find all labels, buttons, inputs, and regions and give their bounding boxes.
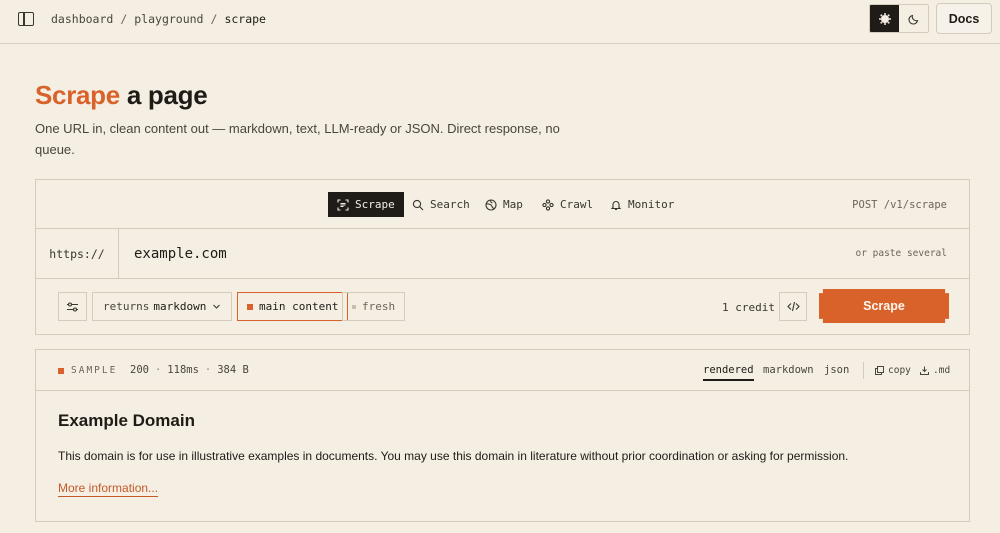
page-title-rest: a page	[119, 80, 208, 110]
status-code: 200	[130, 364, 149, 376]
sidebar-toggle-icon[interactable]	[18, 12, 34, 26]
tab-search[interactable]: Search	[403, 192, 479, 217]
download-md-button[interactable]: .md	[920, 365, 950, 376]
tab-scrape-label: Scrape	[355, 198, 395, 211]
download-icon	[920, 366, 929, 375]
breadcrumb-item-scrape: scrape	[224, 12, 266, 26]
format-select-value: markdown	[153, 300, 207, 313]
code-icon	[786, 301, 800, 312]
view-tab-rendered[interactable]: rendered	[703, 364, 754, 381]
sun-icon	[880, 14, 889, 23]
result-title: Example Domain	[58, 411, 195, 430]
header-divider	[863, 362, 864, 379]
page-title: Scrape a page	[35, 80, 208, 111]
breadcrumb-separator: /	[120, 12, 128, 26]
search-icon	[412, 199, 424, 210]
theme-switch	[869, 4, 929, 33]
copy-label: copy	[888, 365, 911, 376]
tab-crawl[interactable]: Crawl	[533, 192, 602, 217]
tab-monitor-label: Monitor	[628, 198, 675, 211]
globe-icon	[485, 198, 497, 211]
breadcrumb-item-playground[interactable]: playground	[134, 12, 203, 26]
scrape-button[interactable]: Scrape	[819, 289, 949, 323]
url-row: https:// or paste several	[36, 229, 969, 279]
tab-monitor[interactable]: Monitor	[601, 192, 683, 217]
top-bar: dashboard / playground / scrape Docs	[0, 0, 1000, 44]
options-row: returns markdown main content fresh 1 cr…	[36, 279, 969, 335]
copy-icon	[875, 366, 884, 375]
main-content-toggle[interactable]: main content	[237, 292, 349, 321]
url-input[interactable]	[134, 241, 734, 267]
sliders-icon	[67, 301, 78, 312]
credit-cost: 1 credit	[722, 301, 775, 314]
fresh-toggle[interactable]: fresh	[342, 292, 406, 321]
chevron-down-icon	[213, 304, 220, 309]
toggle-on-indicator	[247, 303, 253, 310]
breadcrumb-separator: /	[210, 12, 218, 26]
result-card: SAMPLE 200 · 118ms · 384 B rendered markdown…	[35, 349, 970, 522]
breadcrumb: dashboard / playground / scrape	[51, 12, 266, 26]
endpoint-label: POST /v1/scrape	[852, 199, 947, 211]
settings-button[interactable]	[58, 292, 87, 321]
breadcrumb-item-dashboard[interactable]: dashboard	[51, 12, 113, 26]
result-body: This domain is for use in illustrative e…	[58, 449, 849, 463]
tab-map[interactable]: Map	[476, 192, 532, 217]
response-meta: 200 · 118ms · 384 B	[130, 364, 249, 376]
tab-search-label: Search	[430, 198, 470, 211]
result-header: SAMPLE 200 · 118ms · 384 B rendered markdown…	[36, 350, 969, 391]
view-tab-markdown[interactable]: markdown	[763, 364, 814, 376]
view-code-button[interactable]	[779, 292, 807, 321]
sample-indicator	[58, 368, 64, 374]
view-tab-json[interactable]: json	[824, 364, 849, 376]
copy-button[interactable]: copy	[875, 365, 911, 376]
page-subtitle: One URL in, clean content out — markdown…	[35, 121, 560, 157]
sample-label: SAMPLE	[71, 365, 118, 376]
mode-tabs: Scrape Search Map Crawl Monitor POST /v1…	[36, 180, 969, 229]
response-time: 118ms	[167, 364, 199, 376]
dark-theme-button[interactable]	[899, 5, 928, 32]
docs-button[interactable]: Docs	[936, 3, 992, 34]
light-theme-button[interactable]	[870, 5, 899, 32]
scrape-form-card: Scrape Search Map Crawl Monitor POST /v1…	[35, 179, 970, 335]
crawl-icon	[542, 198, 554, 211]
meta-separator: ·	[204, 364, 212, 376]
page-title-accent: Scrape	[35, 80, 120, 110]
download-label: .md	[933, 365, 951, 376]
format-select[interactable]: returns markdown	[92, 292, 232, 321]
tab-map-label: Map	[503, 198, 523, 211]
response-size: 384 B	[217, 364, 249, 376]
scan-icon	[337, 198, 349, 211]
tab-scrape[interactable]: Scrape	[328, 192, 404, 217]
fresh-label: fresh	[362, 300, 396, 313]
toggle-off-indicator	[352, 304, 356, 309]
tab-crawl-label: Crawl	[560, 198, 594, 211]
meta-separator: ·	[154, 364, 162, 376]
moon-icon	[908, 14, 918, 24]
bell-icon	[610, 200, 622, 210]
url-protocol-prefix: https://	[36, 229, 119, 278]
more-information-link[interactable]: More information...	[58, 481, 159, 497]
format-select-prefix: returns	[103, 300, 150, 313]
paste-several-hint[interactable]: or paste several	[855, 248, 947, 259]
main-content-label: main content	[259, 300, 339, 313]
